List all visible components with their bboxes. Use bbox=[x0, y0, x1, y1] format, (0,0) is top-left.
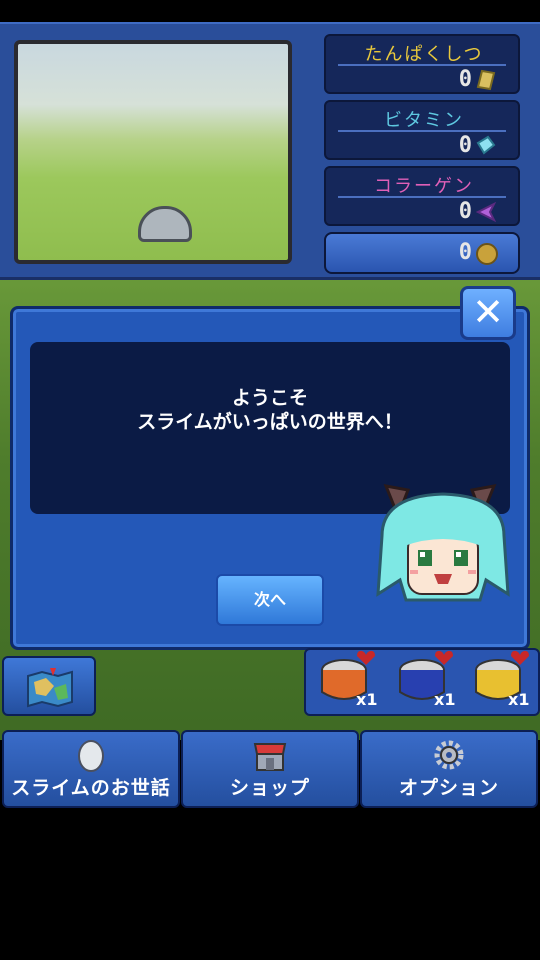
item-badge-heart-icon bbox=[435, 650, 453, 665]
coin-icon bbox=[476, 243, 498, 265]
guide-character-portrait bbox=[376, 484, 510, 602]
gear-icon bbox=[434, 740, 464, 770]
nav-options-label: オプション bbox=[398, 777, 499, 799]
vitamin-label: ビタミン bbox=[384, 110, 464, 131]
dialog-message: ようこそ スライムがいっぱいの世界へ！ bbox=[30, 386, 510, 434]
shop-icon bbox=[253, 743, 287, 771]
coin-counter: 0 bbox=[324, 232, 520, 274]
egg-icon bbox=[78, 740, 104, 772]
vitamin-value: 0 bbox=[458, 133, 472, 158]
map-icon bbox=[27, 668, 73, 708]
vitamin-stat: ビタミン 0 bbox=[324, 100, 520, 160]
coin-value: 0 bbox=[458, 240, 472, 265]
next-button[interactable]: 次へ bbox=[216, 574, 324, 626]
protein-value: 0 bbox=[458, 67, 472, 92]
slime-character[interactable] bbox=[138, 206, 192, 242]
item-count: x1 bbox=[434, 690, 456, 709]
dialog-line-2: スライムがいっぱいの世界へ！ bbox=[137, 411, 403, 433]
protein-gem-icon bbox=[476, 69, 496, 91]
item-count: x1 bbox=[508, 690, 530, 709]
nav-shop[interactable]: ショップ bbox=[181, 730, 359, 808]
protein-stat: たんぱくしつ 0 bbox=[324, 34, 520, 94]
collagen-gem-icon bbox=[476, 201, 496, 223]
close-button[interactable]: ✕ bbox=[460, 286, 516, 340]
nav-options[interactable]: オプション bbox=[360, 730, 538, 808]
map-button[interactable] bbox=[2, 656, 96, 716]
nav-slime-care[interactable]: スライムのお世話 bbox=[2, 730, 180, 808]
dialog-line-1: ようこそ bbox=[231, 387, 308, 409]
nav-slime-care-label: スライムのお世話 bbox=[11, 777, 171, 799]
nav-shop-label: ショップ bbox=[229, 777, 310, 799]
item-count: x1 bbox=[356, 690, 378, 709]
item-badge-heart-icon bbox=[511, 650, 529, 665]
item-badge-heart-icon bbox=[357, 650, 375, 665]
collagen-stat: コラーゲン 0 bbox=[324, 166, 520, 226]
collagen-value: 0 bbox=[458, 199, 472, 224]
close-icon: ✕ bbox=[472, 290, 504, 334]
protein-label: たんぱくしつ bbox=[364, 44, 484, 65]
slime-habitat-view bbox=[14, 40, 292, 264]
collagen-label: コラーゲン bbox=[374, 176, 474, 197]
vitamin-gem-icon bbox=[476, 135, 496, 155]
